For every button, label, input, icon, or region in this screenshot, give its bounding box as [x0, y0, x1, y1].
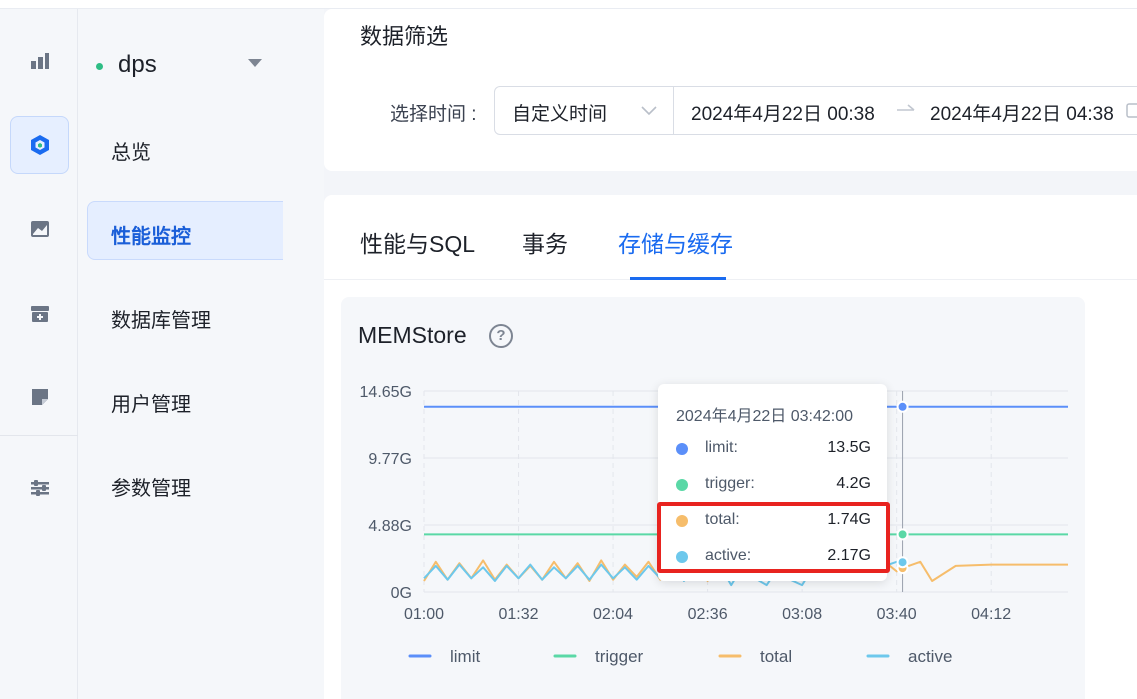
filter-title: 数据筛选 [360, 24, 449, 49]
calendar-icon[interactable] [1126, 101, 1137, 124]
highlight-box [657, 502, 890, 573]
cube-icon[interactable] [10, 116, 69, 174]
note-icon[interactable] [10, 368, 69, 426]
limit-dot-icon [676, 443, 688, 455]
x-tick-label: 03:08 [782, 606, 822, 623]
active-hover-point [896, 556, 909, 569]
range-end-input[interactable]: 2024年4月22日 04:38 [930, 99, 1120, 126]
tab-active-indicator [630, 277, 726, 280]
time-label: 选择时间 : [390, 104, 477, 125]
trigger-dot-icon [676, 479, 688, 491]
tab-storage-cache[interactable]: 存储与缓存 [618, 225, 733, 259]
chevron-down-icon[interactable] [248, 59, 262, 67]
range-start-input[interactable]: 2024年4月22日 00:38 [691, 99, 881, 126]
tooltip-row-limit: limit: 13.5G [676, 439, 871, 459]
y-tick-label: 14.65G [360, 384, 412, 401]
date-range-picker[interactable]: 2024年4月22日 00:38 2024年4月22日 04:38 [673, 86, 1137, 135]
sidebar-item-performance[interactable]: 性能监控 [111, 220, 191, 249]
help-icon[interactable]: ? [489, 324, 513, 348]
trigger-hover-point [896, 528, 909, 541]
x-tick-label: 04:12 [971, 606, 1011, 623]
sliders-icon[interactable] [10, 459, 69, 517]
tab-performance-sql[interactable]: 性能与SQL [360, 225, 475, 259]
tooltip-row-trigger: trigger: 4.2G [676, 475, 871, 495]
limit-hover-point [896, 400, 909, 413]
y-tick-label: 0G [391, 585, 412, 602]
legend-label-active: active [908, 647, 952, 666]
sidebar [78, 9, 324, 699]
icon-rail [0, 9, 78, 699]
time-mode-value: 自定义时间 [512, 104, 608, 125]
x-tick-label: 02:36 [688, 606, 728, 623]
y-tick-label: 4.88G [368, 518, 412, 535]
y-tick-label: 9.77G [368, 451, 412, 468]
sidebar-item-overview[interactable]: 总览 [111, 136, 151, 165]
range-arrow-icon [896, 103, 916, 121]
tooltip-time: 2024年4月22日 03:42:00 [676, 408, 854, 425]
tab-transactions[interactable]: 事务 [522, 225, 568, 259]
top-bar [0, 0, 1137, 9]
legend-label-trigger: trigger [595, 647, 644, 666]
bar-chart-icon[interactable] [10, 32, 69, 90]
legend-label-total: total [760, 647, 792, 666]
x-tick-label: 01:00 [404, 606, 444, 623]
tab-divider [324, 279, 1137, 280]
archive-icon[interactable] [10, 285, 69, 343]
status-dot [96, 63, 103, 70]
x-tick-label: 03:40 [877, 606, 917, 623]
sidebar-item-database[interactable]: 数据库管理 [111, 304, 211, 333]
select-chevron-icon [641, 103, 657, 121]
sidebar-item-users[interactable]: 用户管理 [111, 388, 191, 417]
tooltip-name: trigger: [705, 475, 755, 492]
x-tick-label: 02:04 [593, 606, 633, 623]
sidebar-item-parameters[interactable]: 参数管理 [111, 472, 191, 501]
area-chart-icon[interactable] [10, 200, 69, 258]
chart-title: MEMStore [358, 322, 467, 348]
rail-divider [0, 435, 78, 436]
db-name: dps [118, 51, 157, 78]
legend-label-limit: limit [450, 647, 480, 666]
tooltip-name: limit: [705, 439, 738, 456]
x-tick-label: 01:32 [499, 606, 539, 623]
tooltip-value: 4.2G [836, 475, 871, 492]
tooltip-value: 13.5G [827, 439, 871, 456]
